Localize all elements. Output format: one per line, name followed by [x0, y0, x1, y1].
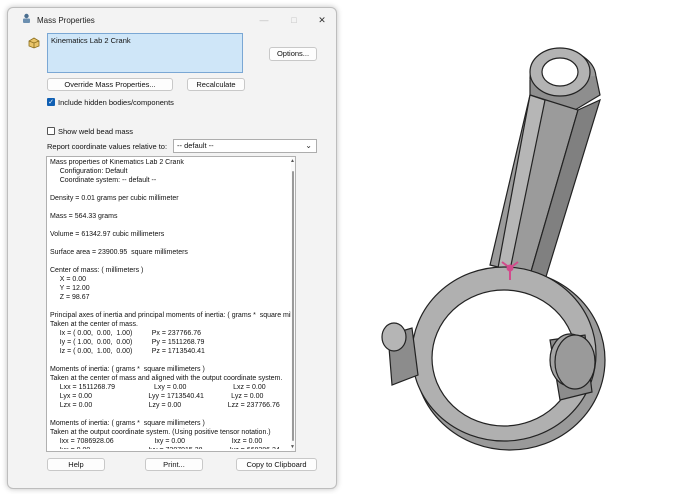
help-button[interactable]: Help	[47, 458, 105, 471]
recalculate-button[interactable]: Recalculate	[187, 78, 245, 91]
results-line: Mass = 564.33 grams	[50, 213, 118, 220]
results-line: Lzx = 0.00 Lzy = 0.00 Lzz = 237766.76	[50, 402, 280, 409]
copy-to-clipboard-button[interactable]: Copy to Clipboard	[236, 458, 317, 471]
crank-3d-model[interactable]	[370, 40, 670, 490]
results-line: Center of mass: ( millimeters )	[50, 267, 144, 274]
scroll-down-icon[interactable]: ▼	[290, 444, 295, 450]
override-mass-properties-button[interactable]: Override Mass Properties...	[47, 78, 173, 91]
results-line: Taken at the center of mass.	[50, 321, 138, 328]
results-line: Taken at the output coordinate system. (…	[50, 429, 271, 436]
coordinate-system-select[interactable]: -- default -- ⌄	[173, 139, 317, 153]
print-button[interactable]: Print...	[145, 458, 203, 471]
results-line: Lyx = 0.00 Lyy = 1713540.41 Lyz = 0.00	[50, 393, 264, 400]
weld-bead-label: Show weld bead mass	[58, 127, 134, 136]
results-line: Principal axes of inertia and principal …	[50, 312, 295, 319]
results-scrollbar[interactable]: ▲ ▼	[290, 157, 295, 451]
crank-body	[381, 47, 606, 451]
title-bar[interactable]: Mass Properties — □ ✕	[8, 8, 336, 32]
results-line: Iy = ( 1.00, 0.00, 0.00) Py = 1511268.79	[50, 339, 205, 346]
weld-bead-checkbox[interactable]	[47, 127, 55, 135]
include-hidden-label: Include hidden bodies/components	[58, 98, 174, 107]
results-line: Y = 12.00	[50, 285, 90, 292]
mass-properties-icon	[23, 13, 30, 23]
part-icon	[28, 37, 40, 49]
options-button[interactable]: Options...	[269, 47, 317, 61]
results-text-area[interactable]: Mass properties of Kinematics Lab 2 Cran…	[46, 156, 296, 452]
results-line: Ixx = 7086928.06 Ixy = 0.00 Ixz = 0.00	[50, 438, 263, 445]
results-line: Ix = ( 0.00, 0.00, 1.00) Px = 237766.76	[50, 330, 201, 337]
results-line: Coordinate system: -- default --	[50, 177, 157, 184]
window-title: Mass Properties	[37, 16, 95, 25]
results-line: Iz = ( 0.00, 1.00, 0.00) Pz = 1713540.41	[50, 348, 205, 355]
maximize-button[interactable]: □	[284, 12, 304, 28]
scroll-up-icon[interactable]: ▲	[290, 158, 295, 164]
chevron-down-icon: ⌄	[305, 141, 312, 150]
results-content: Mass properties of Kinematics Lab 2 Cran…	[50, 159, 295, 449]
results-line: Density = 0.01 grams per cubic millimete…	[50, 195, 179, 202]
results-line: Taken at the center of mass and aligned …	[50, 375, 283, 382]
results-line: Surface area = 23900.95 square millimete…	[50, 249, 188, 256]
coordinate-label: Report coordinate values relative to:	[47, 142, 168, 151]
coordinate-system-value: -- default --	[177, 141, 214, 150]
results-line: Configuration: Default	[50, 168, 128, 175]
results-line: Iyx = 0.00 Iyy = 7207915.38 Iyz = 668286…	[50, 446, 280, 449]
results-line: Moments of inertia: ( grams * square mil…	[50, 366, 205, 373]
close-icon[interactable]: ✕	[312, 12, 332, 28]
scroll-thumb[interactable]	[292, 171, 294, 441]
part-name-list[interactable]: Kinematics Lab 2 Crank	[47, 33, 243, 73]
part-name-item[interactable]: Kinematics Lab 2 Crank	[51, 36, 131, 45]
mass-properties-dialog: Mass Properties — □ ✕ Kinematics Lab 2 C…	[7, 7, 337, 489]
results-line: Moments of inertia: ( grams * square mil…	[50, 420, 205, 427]
results-line: X = 0.00	[50, 276, 86, 283]
results-line: Z = 98.67	[50, 294, 90, 301]
results-line: Volume = 61342.97 cubic millimeters	[50, 231, 165, 238]
include-hidden-checkbox[interactable]: ✓	[47, 98, 55, 106]
minimize-button[interactable]: —	[254, 12, 274, 28]
results-line: Mass properties of Kinematics Lab 2 Cran…	[50, 159, 184, 166]
results-line: Lxx = 1511268.79 Lxy = 0.00 Lxz = 0.00	[50, 384, 266, 391]
